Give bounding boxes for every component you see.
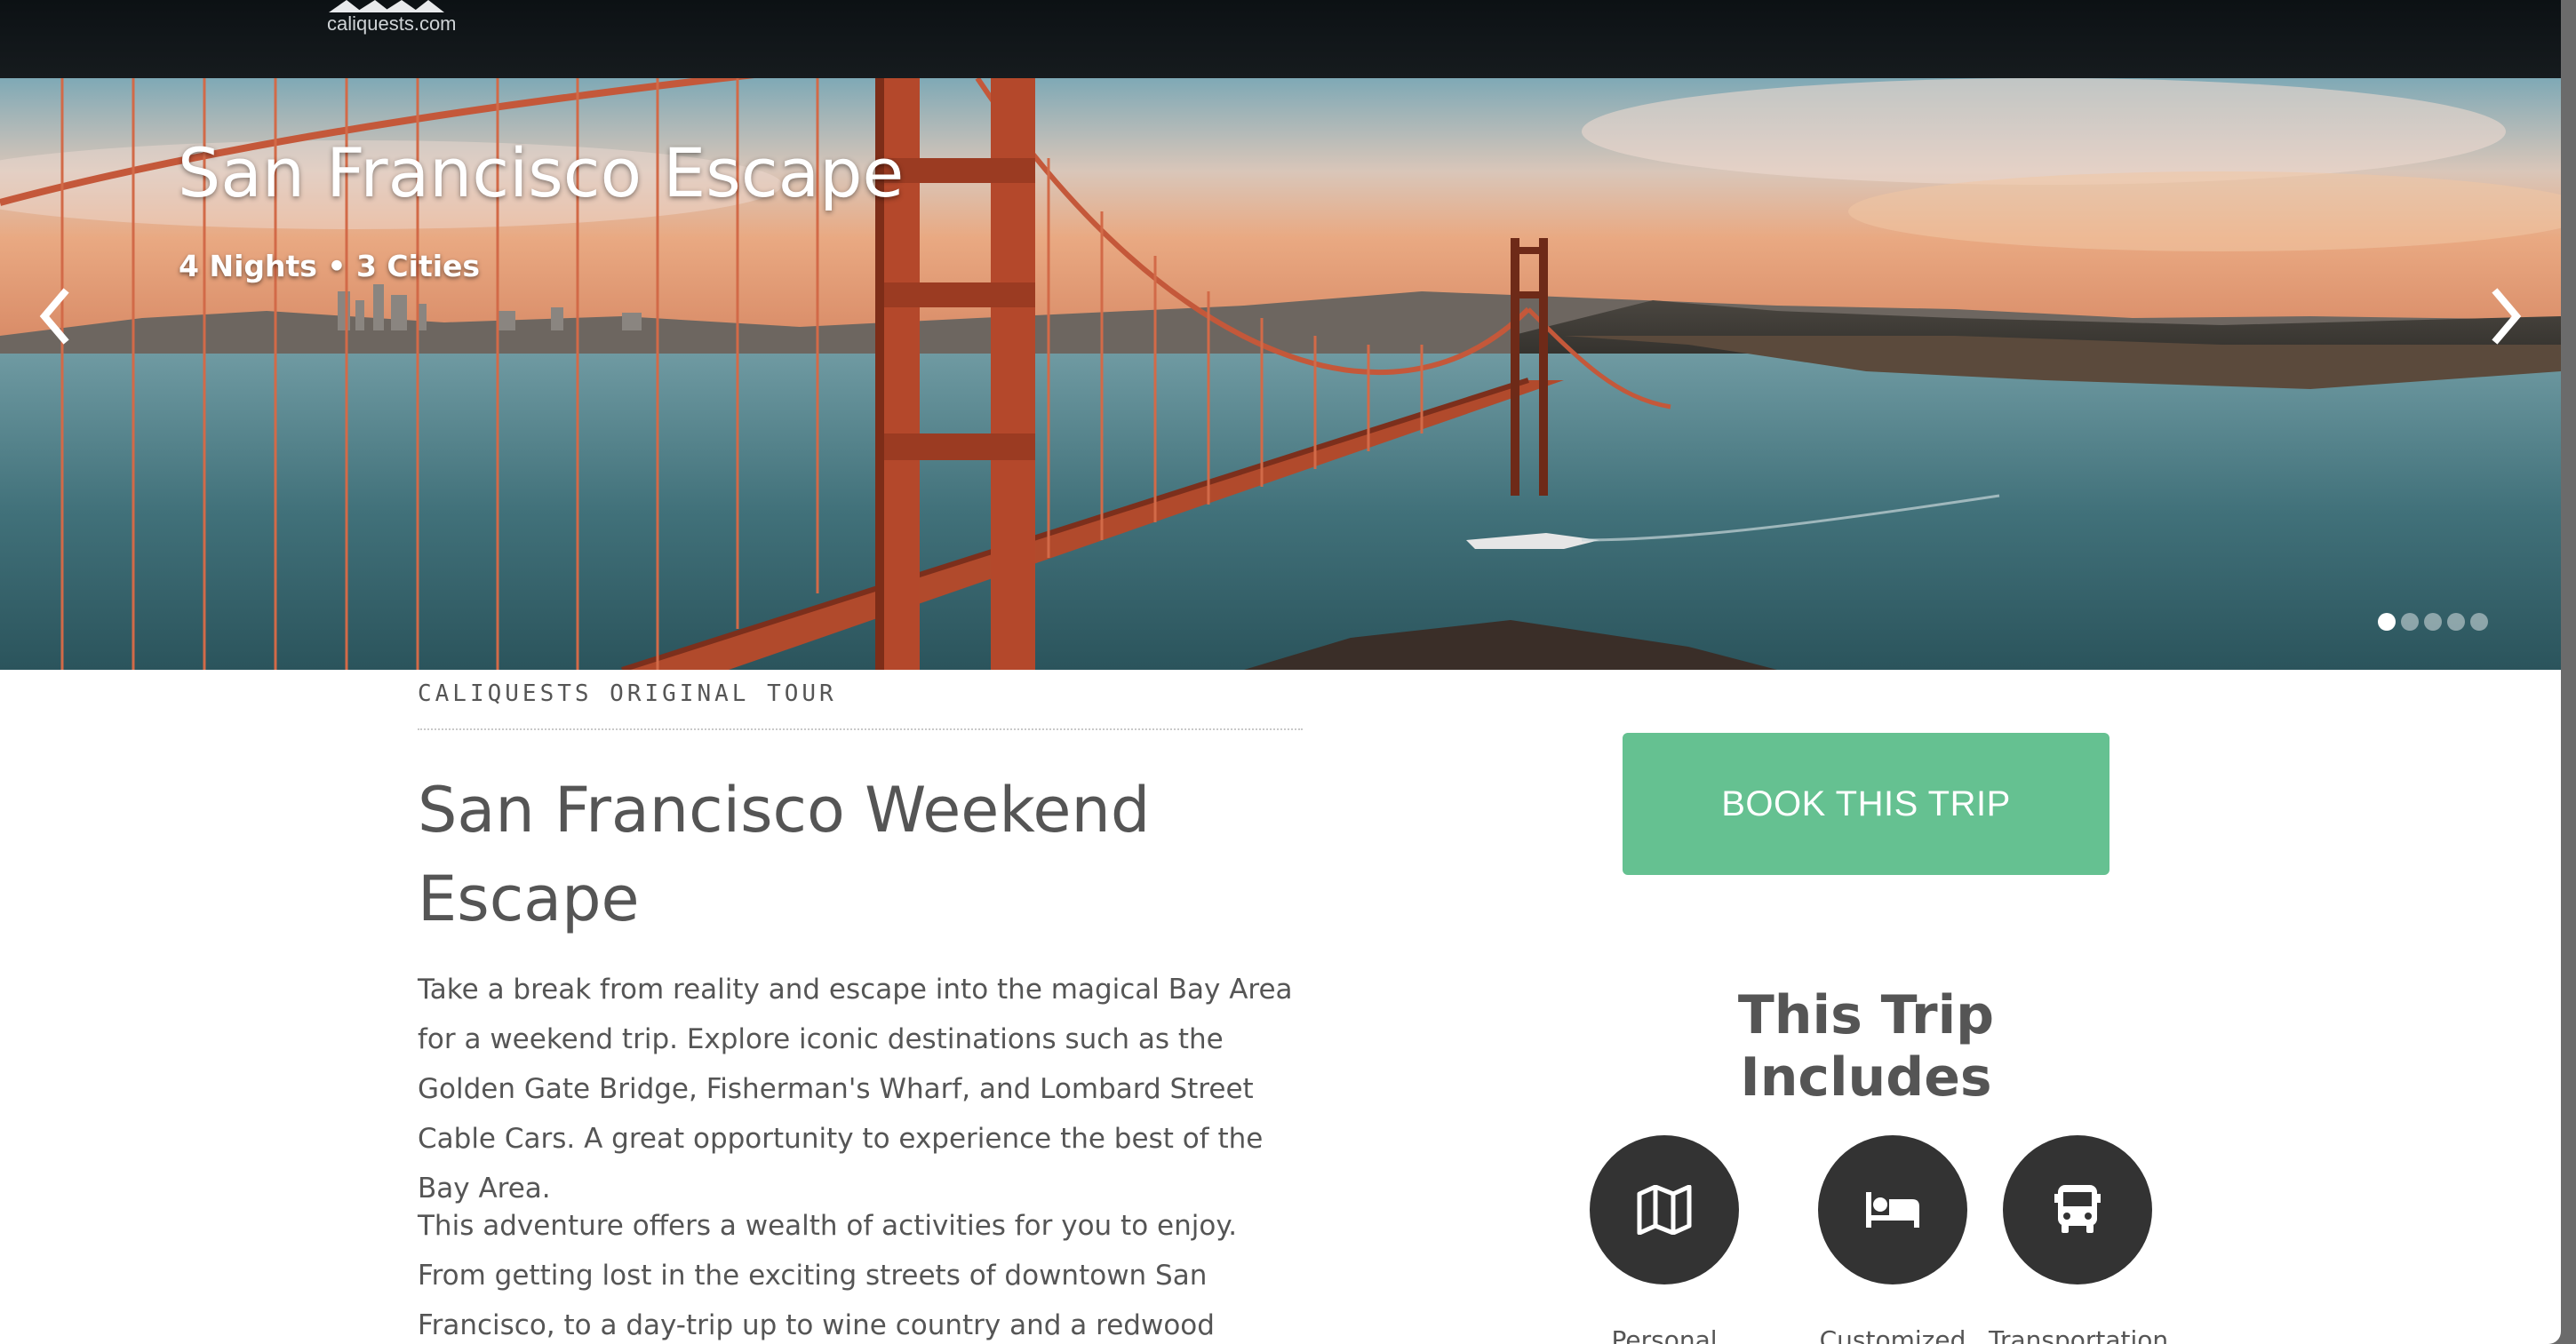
feature-label-customized: Customized	[1819, 1325, 1966, 1344]
top-navbar: caliquests.com	[0, 0, 2561, 78]
trip-description-activities: This adventure offers a wealth of activi…	[418, 1210, 1238, 1341]
feature-personal	[1590, 1135, 1739, 1284]
feature-label-transportation: Transportation	[1989, 1325, 2169, 1344]
feature-label-personal: Personal	[1611, 1325, 1718, 1344]
hero-subtitle: 4 Nights • 3 Cities	[179, 249, 481, 283]
book-trip-button[interactable]: BOOK THIS TRIP	[1623, 733, 2109, 875]
carousel-indicators	[2378, 613, 2488, 634]
feature-customized	[1818, 1135, 1967, 1284]
feature-transportation	[2003, 1135, 2152, 1284]
logo-text[interactable]: caliquests.com	[327, 12, 457, 36]
carousel-dot[interactable]	[2401, 613, 2419, 631]
carousel-prev-button[interactable]	[27, 281, 80, 352]
carousel-dot[interactable]	[2378, 613, 2396, 631]
trip-title: San Francisco Weekend Escape	[418, 774, 1151, 935]
chevron-left-icon	[39, 288, 69, 345]
carousel-dot[interactable]	[2470, 613, 2488, 631]
bus-icon	[2054, 1185, 2101, 1233]
page: caliquests.com San Francisco Escape 4 Ni…	[0, 0, 2561, 1344]
carousel-dot[interactable]	[2424, 613, 2442, 631]
trip-description: Take a break from reality and escape int…	[418, 974, 1293, 1205]
carousel-dot[interactable]	[2447, 613, 2465, 631]
tour-tag: CALIQUESTS ORIGINAL TOUR	[418, 680, 837, 707]
includes-title: This Trip Includes	[1737, 984, 1995, 1109]
chevron-right-icon	[2492, 288, 2522, 345]
hero-carousel: San Francisco Escape 4 Nights • 3 Cities	[0, 78, 2561, 670]
carousel-next-button[interactable]	[2481, 281, 2534, 352]
divider	[418, 728, 1303, 730]
hero-title: San Francisco Escape	[178, 133, 905, 212]
map-icon	[1637, 1185, 1692, 1235]
bed-icon	[1866, 1192, 1919, 1228]
